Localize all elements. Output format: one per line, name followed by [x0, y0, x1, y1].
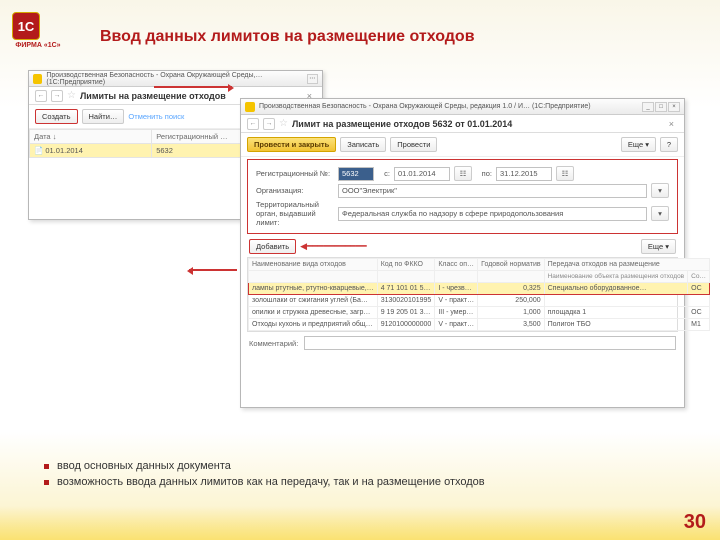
col-class[interactable]: Класс оп…	[435, 259, 478, 271]
comment-row: Комментарий:	[241, 332, 684, 354]
callout-arrow	[189, 269, 237, 271]
help-button[interactable]: ?	[660, 137, 678, 152]
write-button[interactable]: Записать	[340, 137, 386, 152]
post-button[interactable]: Провести	[390, 137, 437, 152]
agency-input[interactable]: Федеральная служба по надзору в сфере пр…	[338, 207, 647, 221]
doc-icon: 📄	[34, 146, 43, 155]
date-to-input[interactable]: 31.12.2015	[496, 167, 552, 181]
page-number: 30	[684, 511, 706, 534]
label-reg: Регистрационный №:	[256, 169, 334, 178]
app-icon	[33, 74, 42, 84]
comment-input[interactable]	[304, 336, 676, 350]
label-to: по:	[476, 169, 492, 178]
more-button[interactable]: Еще ▾	[621, 137, 656, 152]
close-icon[interactable]: ×	[665, 119, 678, 129]
callout-arrow-inline: ◀━━━━━━━━━━━	[300, 241, 367, 252]
col-code[interactable]: Код по ФККО	[377, 259, 435, 271]
table-row[interactable]: золошлаки от сжигания углей (Ба…31300201…	[249, 295, 710, 307]
more-button[interactable]: Еще ▾	[641, 239, 676, 254]
titlebar: Производственная Безопасность - Охрана О…	[29, 71, 322, 87]
footer-band	[0, 506, 720, 540]
bullet-item: ввод основных данных документа	[44, 460, 485, 472]
table-area: Наименование вида отходов Код по ФККО Кл…	[247, 257, 678, 332]
window-title: Производственная Безопасность - Охрана О…	[259, 103, 591, 110]
open-icon[interactable]: ▾	[651, 206, 669, 221]
form-toolbar: Провести и закрыть Записать Провести Еще…	[241, 133, 684, 157]
date-from-input[interactable]: 01.01.2014	[394, 167, 450, 181]
slide-title: Ввод данных лимитов на размещение отходо…	[100, 28, 475, 46]
table-row[interactable]: лампы ртутные, ртутно-кварцевые,…4 71 10…	[249, 283, 710, 295]
form-header-block: Регистрационный №: 5632 с: 01.01.2014 ☷ …	[247, 159, 678, 234]
label-org: Организация:	[256, 186, 334, 195]
table-toolbar: Добавить ◀━━━━━━━━━━━ Еще ▾	[241, 236, 684, 257]
logo-caption: ФИРМА «1С»	[12, 42, 64, 49]
reg-input[interactable]: 5632	[338, 167, 374, 181]
doc-title: Лимиты на размещение отходов	[80, 91, 226, 101]
create-button[interactable]: Создать	[35, 109, 78, 124]
back-icon[interactable]: ←	[35, 90, 47, 102]
close-icon[interactable]: ×	[668, 102, 680, 112]
logo-mark: 1С	[12, 12, 40, 40]
find-button[interactable]: Найти…	[82, 109, 125, 124]
col-transfer[interactable]: Передача отходов на размещение	[544, 259, 709, 271]
col-date[interactable]: Дата ↓	[30, 130, 152, 144]
max-icon[interactable]: □	[655, 102, 667, 112]
window-form: Производственная Безопасность - Охрана О…	[240, 98, 685, 408]
col-obj[interactable]: Наименование объекта размещения отходов	[544, 271, 688, 283]
bullet-item: возможность ввода данных лимитов как на …	[44, 476, 485, 488]
screenshot-area: Производственная Безопасность - Охрана О…	[28, 70, 688, 430]
open-icon[interactable]: ▾	[651, 183, 669, 198]
label-from: с:	[378, 169, 390, 178]
forward-icon[interactable]: →	[263, 118, 275, 130]
doc-header: ← → ☆ Лимит на размещение отходов 5632 о…	[241, 115, 684, 133]
forward-icon[interactable]: →	[51, 90, 63, 102]
titlebar: Производственная Безопасность - Охрана О…	[241, 99, 684, 115]
add-button[interactable]: Добавить	[249, 239, 296, 254]
app-icon	[245, 102, 255, 112]
slide-bullets: ввод основных данных документа возможнос…	[44, 456, 485, 492]
window-title: Производственная Безопасность - Охрана О…	[46, 72, 305, 86]
toolbar-mini-button[interactable]: ⋯	[307, 74, 318, 84]
label-agency: Территориальный орган, выдавший лимит:	[256, 200, 334, 227]
doc-title: Лимит на размещение отходов 5632 от 01.0…	[292, 119, 512, 129]
back-icon[interactable]: ←	[247, 118, 259, 130]
post-close-button[interactable]: Провести и закрыть	[247, 137, 336, 152]
table-row[interactable]: опилки и стружка древесные, загр…9 19 20…	[249, 307, 710, 319]
cancel-search-link[interactable]: Отменить поиск	[128, 112, 184, 121]
table-row[interactable]: Отходы кухонь и предприятий общ…91201000…	[249, 319, 710, 331]
callout-arrow	[154, 86, 232, 88]
star-icon[interactable]: ☆	[279, 118, 288, 129]
logo: 1С ФИРМА «1С»	[12, 12, 64, 56]
min-icon[interactable]: _	[642, 102, 654, 112]
col-name[interactable]: Наименование вида отходов	[249, 259, 378, 271]
org-input[interactable]: ООО"Электрик"	[338, 184, 647, 198]
calendar-icon[interactable]: ☷	[454, 166, 472, 181]
star-icon[interactable]: ☆	[67, 90, 76, 101]
col-norm[interactable]: Годовой норматив	[478, 259, 544, 271]
calendar-icon[interactable]: ☷	[556, 166, 574, 181]
col-co[interactable]: Со…	[688, 271, 710, 283]
waste-table: Наименование вида отходов Код по ФККО Кл…	[248, 258, 710, 331]
label-comment: Комментарий:	[249, 339, 298, 348]
